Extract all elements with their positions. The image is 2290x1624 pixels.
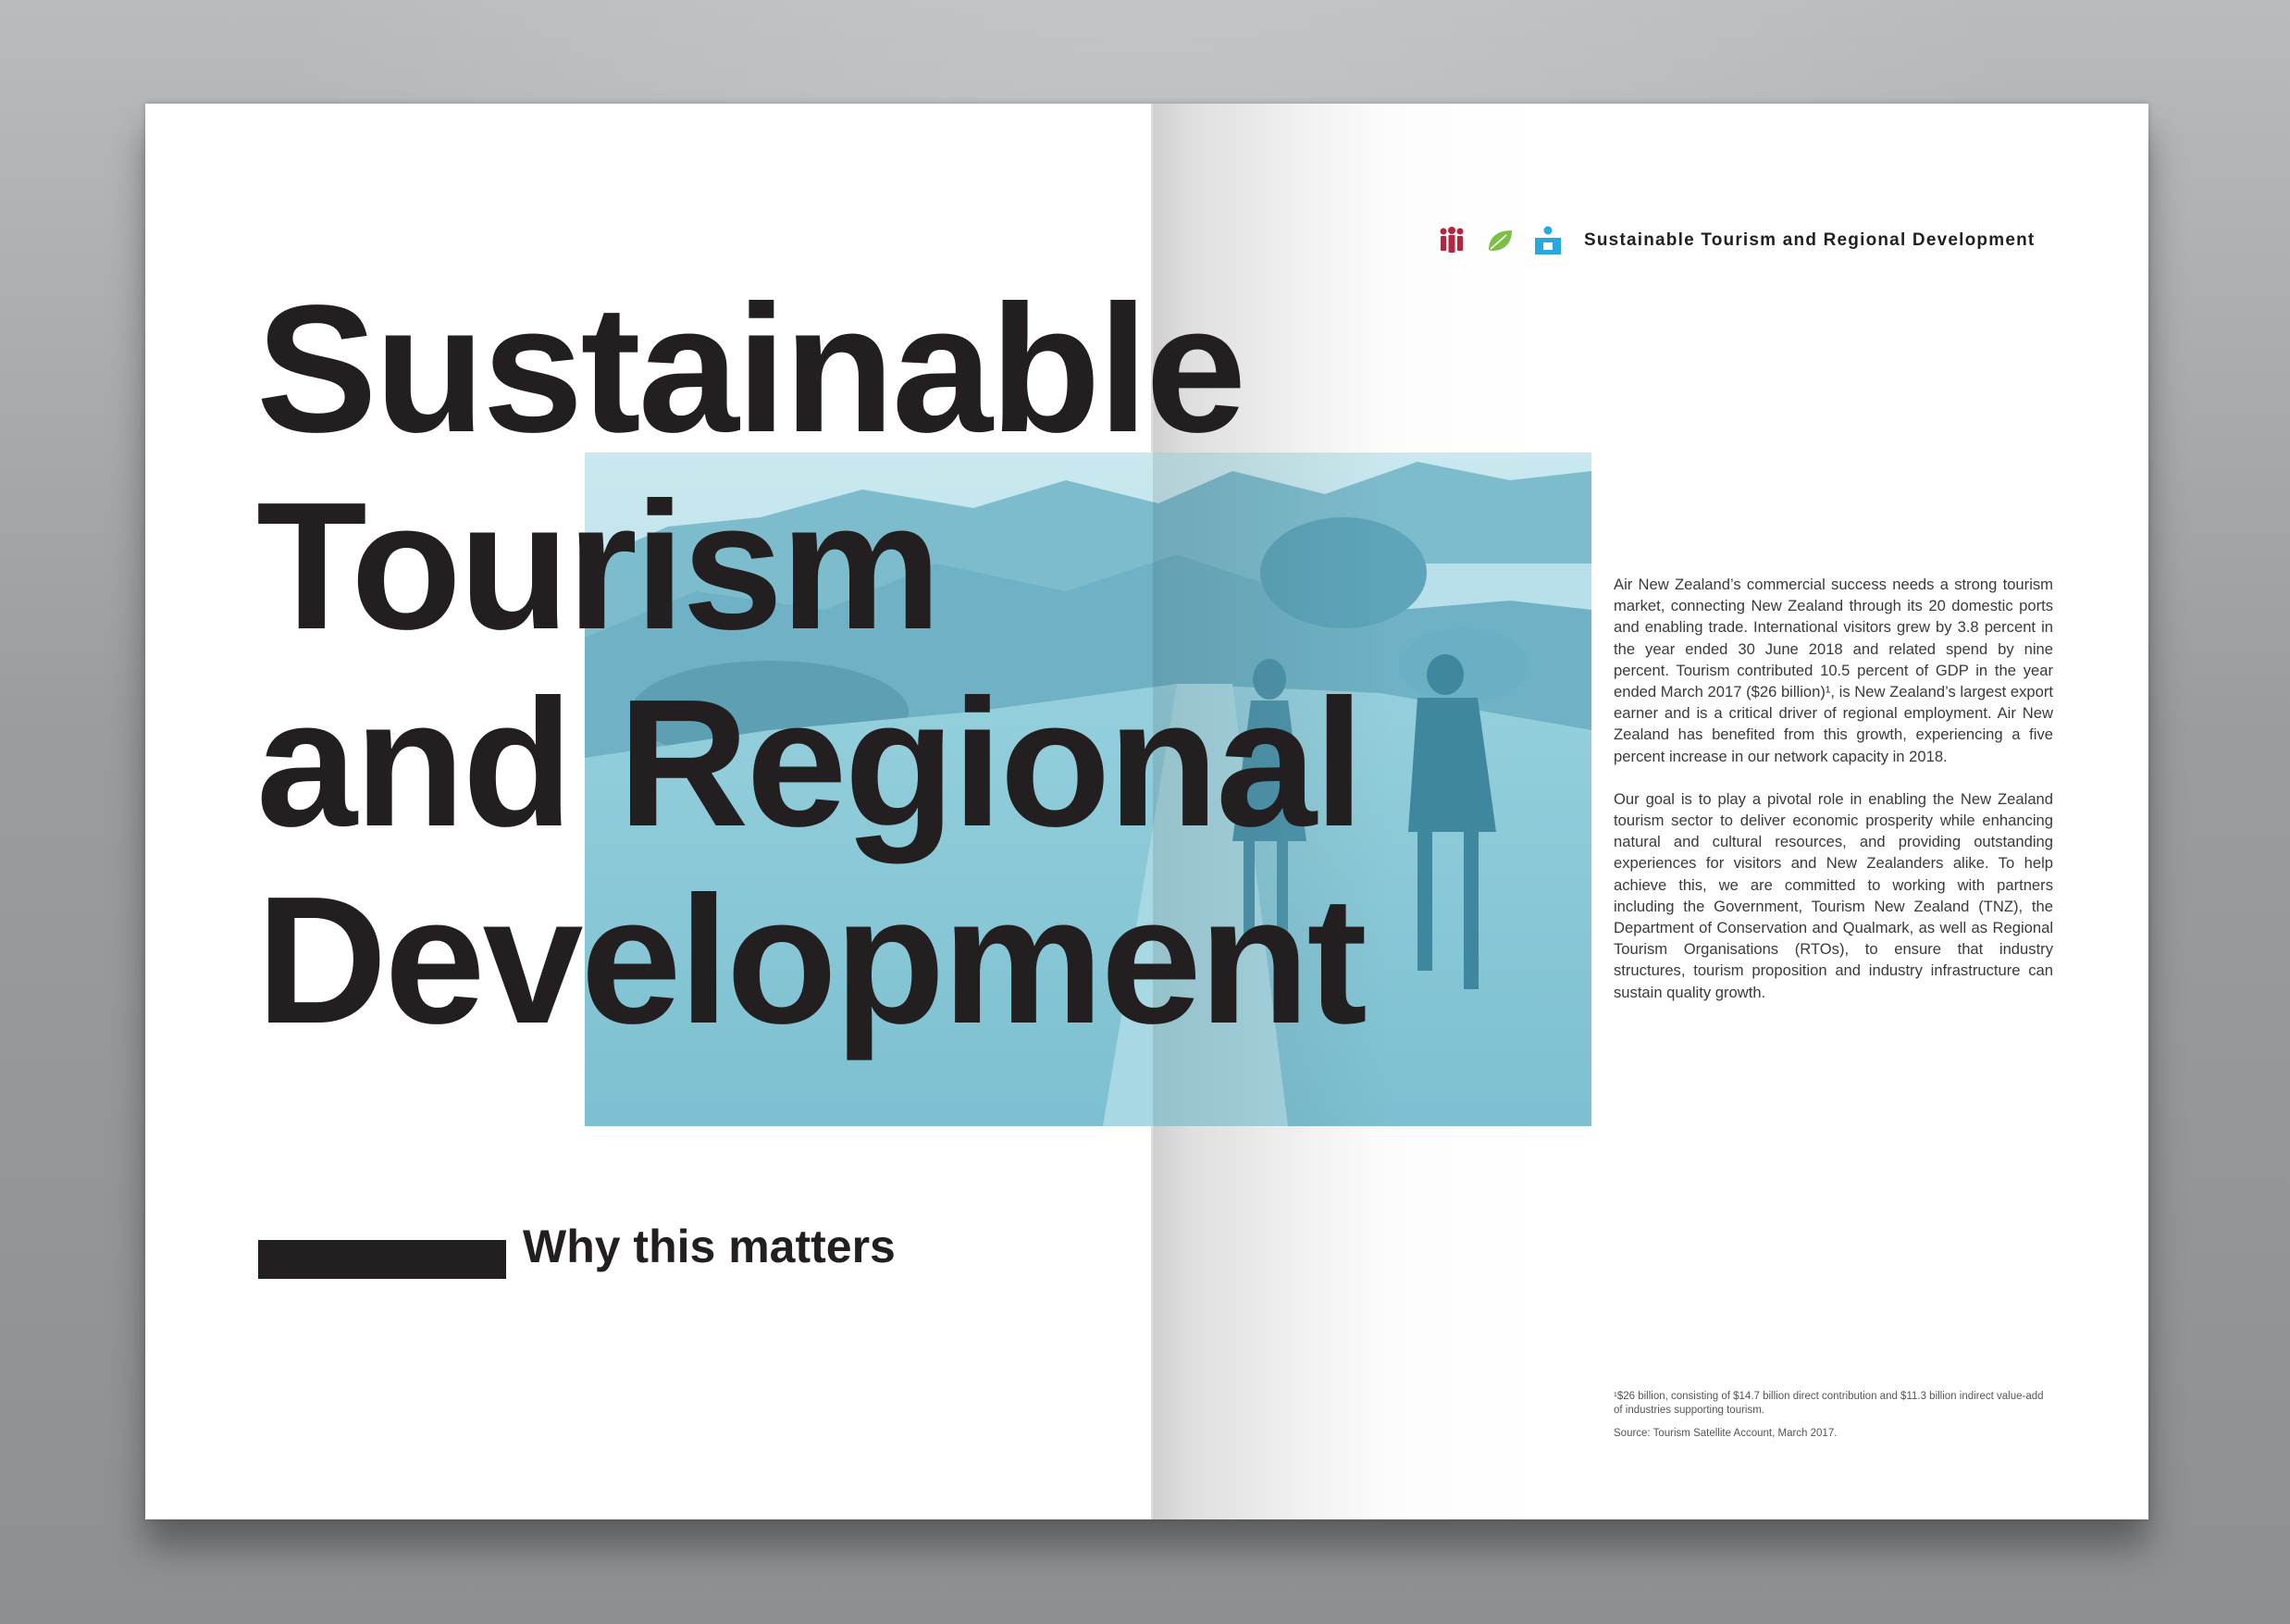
headline-line: and Regional (256, 662, 1365, 864)
body-paragraph: Air New Zealand’s commercial success nee… (1614, 576, 2053, 765)
footnote-source: Source: Tourism Satellite Account, March… (1614, 1428, 1838, 1439)
headline-line: Tourism (256, 465, 942, 667)
headline: Sustainable Tourism and Regional Develop… (256, 267, 1368, 1061)
section-title: Sustainable Tourism and Regional Develop… (1584, 230, 2036, 250)
headline-line: Development (256, 859, 1368, 1061)
footnote: ¹$26 billion, consisting of $14.7 billio… (1614, 1390, 2049, 1450)
section-header: Sustainable Tourism and Regional Develop… (1436, 222, 2035, 259)
leaf-icon (1484, 225, 1516, 256)
body-text: Air New Zealand’s commercial success nee… (1614, 574, 2053, 1024)
people-icon (1436, 225, 1467, 256)
magazine-spread: Sustainable Tourism and Regional Develop… (145, 104, 2148, 1519)
body-paragraph: Our goal is to play a pivotal role in en… (1614, 789, 2053, 1001)
footnote-text: ¹$26 billion, consisting of $14.7 billio… (1614, 1391, 2044, 1416)
subheading: Why this matters (523, 1221, 896, 1272)
subheading-bar (258, 1240, 506, 1279)
tourism-map-icon (1532, 225, 1564, 256)
headline-line: Sustainable (256, 267, 1246, 470)
